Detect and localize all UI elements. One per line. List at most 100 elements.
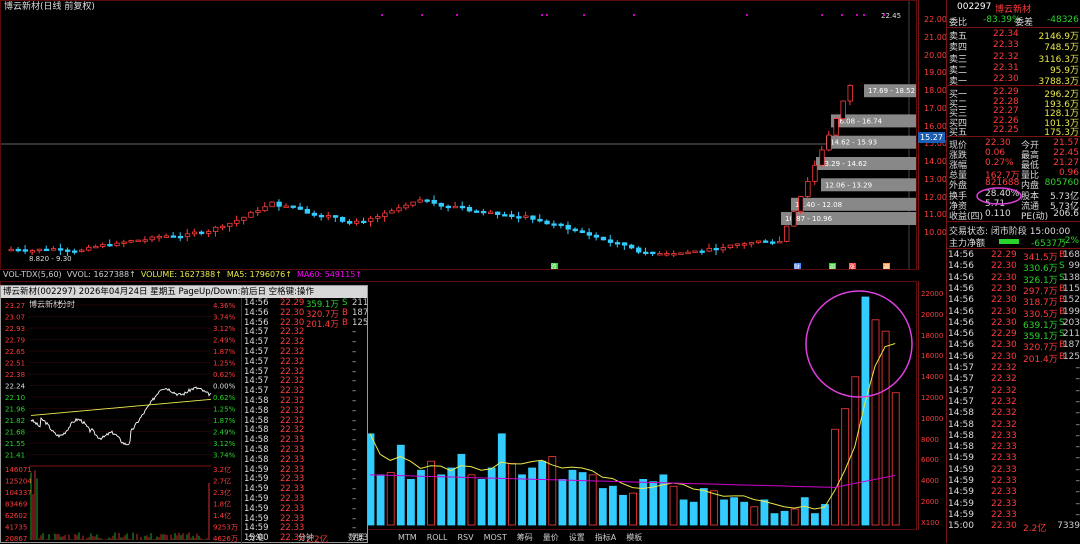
candle-body <box>622 243 627 245</box>
tick-price: 22.33 <box>280 504 304 514</box>
candle-body <box>488 212 493 214</box>
candle-body <box>432 200 437 203</box>
candle-body <box>700 251 705 253</box>
stat-label: PE(动) <box>1021 209 1048 222</box>
volume-bar <box>539 461 546 525</box>
main-flow-bar <box>999 239 1019 244</box>
right-tick-row: 14:5922.33– <box>947 465 1080 476</box>
chip-label: 14.62 - 15.93 <box>830 139 877 147</box>
tick-time: 14:57 <box>244 376 269 386</box>
price-scale-label: 12.00 <box>924 193 947 202</box>
bottom-tab[interactable]: 设置 <box>569 533 585 542</box>
bottom-tab[interactable]: 数据 <box>348 533 364 542</box>
tick-time: 14:56 <box>948 307 974 317</box>
tick-count: – <box>352 465 356 475</box>
tick-count: 125 <box>1063 352 1080 362</box>
tick-time: 14:58 <box>244 406 269 416</box>
right-tick-row: 14:5822.32– <box>947 420 1080 431</box>
tick-price: 22.33 <box>280 474 304 484</box>
tick-count: 125 <box>352 318 367 328</box>
trading-app: 博云新材(日线 前复权) 17.69 - 18.5216.08 - 16.741… <box>0 0 1080 543</box>
tick-price: 22.32 <box>280 337 304 347</box>
volume-bar <box>529 468 536 525</box>
candle-body <box>312 213 317 215</box>
volume-bar <box>630 493 637 525</box>
candle-body <box>580 231 585 233</box>
main-flow-pct: -2% <box>1061 236 1079 246</box>
volume-bar <box>387 473 394 525</box>
weibi-row: 委比-83.39%委差-48326 <box>947 15 1080 26</box>
bottom-tab[interactable]: 模板 <box>626 533 642 542</box>
volume-bar <box>832 429 839 525</box>
intraday-header[interactable]: 博云新材(002297) 2026年04月24日 星期五 PageUp/Down… <box>1 286 367 298</box>
intraday-pct-label: 3.74% <box>213 314 236 322</box>
bottom-tab[interactable]: RSV <box>457 533 473 542</box>
tick-time: 14:58 <box>244 416 269 426</box>
signal-marker: 财 <box>794 263 800 269</box>
candle-body <box>679 253 684 255</box>
intraday-vol-right: 3.2亿 <box>213 465 231 474</box>
candle-body <box>206 232 211 234</box>
intraday-tick-list[interactable]: 14:5622.29359.1万S21114:5622.30320.7万B187… <box>241 298 367 544</box>
intraday-price-label: 21.96 <box>5 406 26 414</box>
candle-body <box>411 202 416 205</box>
tick-price: 22.30 <box>991 284 1017 294</box>
candle-body <box>636 248 641 252</box>
intraday-line-chart[interactable]: 23.274.36%23.073.74%22.933.12%22.792.49%… <box>1 298 241 544</box>
intraday-popup[interactable]: 博云新材(002297) 2026年04月24日 星期五 PageUp/Down… <box>0 285 368 543</box>
tick-count: 211 <box>352 298 367 308</box>
candle-body <box>495 212 500 215</box>
daily-kline-panel[interactable]: 博云新材(日线 前复权) 17.69 - 18.5216.08 - 16.741… <box>0 0 917 270</box>
sell-level-row: 卖五22.342146.9万 <box>947 29 1080 40</box>
tick-time: 14:59 <box>244 514 269 524</box>
kline-chart[interactable]: 17.69 - 18.5216.08 - 16.7414.62 - 15.931… <box>1 1 916 269</box>
intraday-price-label: 21.41 <box>5 452 25 460</box>
candle-body <box>228 223 233 226</box>
candle-body <box>404 205 409 208</box>
candle-body <box>559 224 564 226</box>
volume-bar <box>599 489 606 525</box>
bottom-tab[interactable]: 量价 <box>543 533 559 542</box>
intraday-price-label: 22.65 <box>5 348 25 356</box>
signal-dot <box>841 14 843 16</box>
candle-body <box>467 207 472 211</box>
tick-price: 22.33 <box>280 465 304 475</box>
stat-value: 21.57 <box>1053 138 1079 148</box>
signal-dot <box>821 14 823 16</box>
bottom-tab-bar[interactable]: 分笔 分钟 数据 MTM ROLL RSV MOST 筹码 量价 设置 指标A 模板 <box>248 532 946 543</box>
candle-body <box>16 249 21 251</box>
bottom-tab[interactable]: 分钟 <box>298 533 314 542</box>
stat-row: 收益(四)0.110PE(动)206.6 <box>947 209 1080 220</box>
tick-count: – <box>352 514 356 524</box>
vol-scale-label: 22000 <box>921 290 943 298</box>
bottom-tab[interactable]: 指标A <box>595 533 616 542</box>
tick-price: 22.33 <box>991 487 1017 497</box>
signal-dot <box>746 14 748 16</box>
tick-volume: 2.2亿 <box>1023 521 1046 534</box>
tick-price: 22.33 <box>991 453 1017 463</box>
candle-body <box>615 243 620 245</box>
stat-value: 21.27 <box>1053 158 1079 168</box>
signal-dot <box>381 14 383 16</box>
bottom-tab[interactable]: MOST <box>484 533 507 542</box>
tick-price: 22.32 <box>991 397 1017 407</box>
volume-bar <box>741 502 748 525</box>
price-scale-label: 16.00 <box>924 122 947 131</box>
tick-count: – <box>1076 442 1080 452</box>
bottom-tab[interactable]: ROLL <box>427 533 448 542</box>
divider <box>947 221 1080 222</box>
status-row: 交易状态: 闭市阶段 15:00:00 <box>947 224 1080 235</box>
bottom-tab[interactable]: 筹码 <box>517 533 533 542</box>
tick-time: 14:57 <box>948 386 974 396</box>
intraday-vol-right: 9253万 <box>213 524 238 532</box>
intraday-pct-label: 1.25% <box>213 406 236 414</box>
volume-indicator-header[interactable]: VOL-TDX(5,60)VVOL: 1627388↑VOLUME: 16273… <box>0 270 917 281</box>
bottom-tab[interactable]: MTM <box>398 533 417 542</box>
vol-scale-label: 16000 <box>921 352 943 360</box>
bottom-tab[interactable]: 分笔 <box>248 533 264 542</box>
price-scale-label: 18.00 <box>924 86 947 95</box>
candle-body <box>728 245 733 248</box>
candle-body <box>601 237 606 240</box>
tick-time: 14:57 <box>948 363 974 373</box>
tick-time: 14:58 <box>244 435 269 445</box>
